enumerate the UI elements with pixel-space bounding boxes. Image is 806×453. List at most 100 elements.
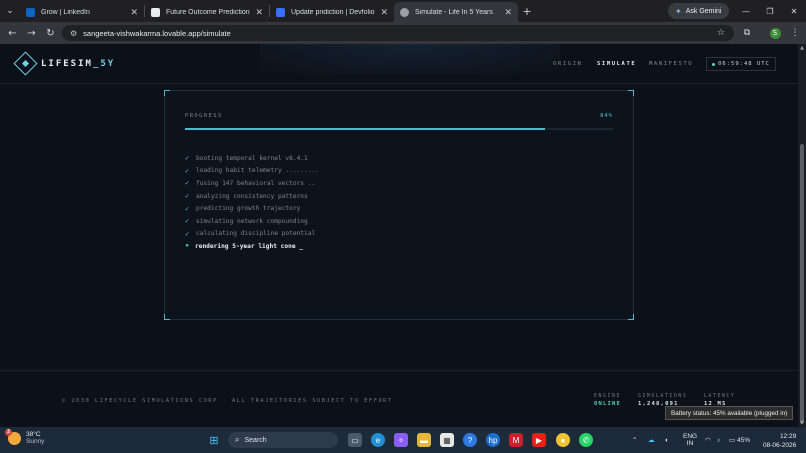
log-text: fusing 147 behavioral vectors .. — [196, 179, 316, 187]
log-line: ✓ calculating discipline potential — [185, 228, 319, 241]
restore-button[interactable]: ❐ — [758, 0, 782, 22]
gemini-sparkle-icon: ✦ — [675, 6, 682, 16]
log-line: ✓ simulating network compounding — [185, 215, 319, 228]
log-text: calculating discipline potential — [196, 230, 316, 238]
check-icon: ✓ — [185, 217, 190, 226]
corner-bracket — [164, 90, 170, 96]
battery-icon: ▭ — [729, 437, 736, 444]
language-indicator[interactable]: ENG IN — [683, 427, 697, 453]
progress-label: PROGRESS — [185, 113, 223, 119]
ask-gemini-label: Ask Gemini — [685, 7, 722, 15]
extensions-icon[interactable]: ⧉ — [738, 22, 756, 44]
check-icon: ✓ — [185, 229, 190, 238]
kebab-menu-icon[interactable]: ⋮ — [786, 22, 804, 44]
tray-chevron-icon[interactable]: ⌃ — [632, 427, 637, 453]
copilot-icon[interactable]: ✧ — [394, 433, 408, 447]
close-tab-icon[interactable]: ✕ — [380, 7, 388, 18]
log-text: analyzing consistency patterns — [196, 192, 308, 200]
hp-icon[interactable]: hp — [486, 433, 500, 447]
reload-icon[interactable]: ↻ — [41, 28, 60, 39]
site-logo[interactable]: LIFESIM_5Y — [13, 51, 116, 76]
check-icon: ✓ — [185, 179, 190, 188]
task-view-icon[interactable]: ▭ — [348, 433, 362, 447]
wifi-icon[interactable]: ◠ — [705, 427, 711, 453]
nav-manifesto[interactable]: MANIFESTO — [649, 61, 693, 67]
url-text: sangeeta-vishwakarma.lovable.app/simulat… — [83, 28, 231, 38]
progress-value: 84% — [600, 113, 613, 119]
windows-start-icon[interactable]: ⊞ — [207, 433, 221, 447]
close-tab-icon[interactable]: ✕ — [130, 7, 138, 18]
weather-widget[interactable]: 2 38°C Sunny — [5, 428, 44, 445]
site-info-icon[interactable]: ⚙ — [70, 29, 77, 38]
log-text: booting temporal kernel v8.4.1 — [196, 154, 308, 162]
tab-label: Update pridiction | Devfolio — [291, 8, 375, 16]
utc-clock: 06:59:48 UTC — [706, 57, 776, 71]
forward-arrow-icon[interactable]: → — [22, 28, 41, 39]
check-icon: ✓ — [185, 154, 190, 163]
corner-bracket — [628, 314, 634, 320]
sun-icon: 2 — [5, 428, 21, 445]
onedrive-icon[interactable]: ☁ — [648, 427, 655, 453]
back-arrow-icon[interactable]: ← — [3, 28, 22, 39]
close-window-button[interactable]: ✕ — [782, 0, 806, 22]
bookmark-star-icon[interactable]: ☆ — [712, 22, 730, 44]
ask-gemini-button[interactable]: ✦ Ask Gemini — [668, 3, 729, 19]
tab-search-icon[interactable]: ⌄ — [0, 0, 20, 22]
stat-key: SIMULATIONS — [638, 394, 688, 399]
progress-track — [185, 128, 613, 130]
log-text: predicting growth trajectory — [196, 205, 301, 213]
linkedin-icon — [26, 7, 35, 17]
page-scrollbar[interactable]: ▲ ▼ — [798, 44, 806, 427]
weather-badge: 2 — [5, 428, 12, 436]
edge-icon[interactable]: e — [371, 433, 385, 447]
youtube-icon[interactable]: ▶ — [532, 433, 546, 447]
progress-fill — [185, 128, 545, 130]
help-icon[interactable]: ? — [463, 433, 477, 447]
tab-linkedin[interactable]: Grow | LinkedIn ✕ — [20, 2, 144, 22]
scroll-thumb[interactable] — [800, 144, 804, 424]
tab-future-outcome[interactable]: Future Outcome Prediction ✕ — [145, 2, 269, 22]
scroll-up-arrow-icon[interactable]: ▲ — [798, 45, 806, 51]
minimize-button[interactable]: — — [734, 0, 758, 22]
network-tray-icon[interactable]: ◐ — [665, 427, 669, 453]
corner-bracket — [628, 90, 634, 96]
new-tab-button[interactable]: + — [518, 5, 536, 18]
mcafee-icon[interactable]: M — [509, 433, 523, 447]
battery-tooltip: Battery status: 45% available (plugged i… — [665, 406, 794, 420]
lang-line-1: ENG — [683, 433, 698, 440]
log-text-current: rendering 5-year light cone _ — [195, 242, 304, 250]
log-line: ✓ analyzing consistency patterns — [185, 190, 319, 203]
tab-devfolio[interactable]: Update pridiction | Devfolio ✕ — [270, 2, 394, 22]
log-line: ✓ fusing 147 behavioral vectors .. — [185, 177, 319, 190]
stat-value: ONLINE — [594, 401, 622, 407]
devfolio-icon — [276, 7, 285, 17]
battery-percent: 45% — [737, 436, 751, 444]
file-explorer-icon[interactable]: ▬ — [417, 433, 431, 447]
stat-engine: ENGINE ONLINE — [594, 394, 621, 407]
clock-date[interactable]: 12:29 08-06-2026 — [763, 432, 796, 450]
check-icon: ✓ — [185, 166, 190, 175]
boot-log: ✓ booting temporal kernel v8.4.1 ✓ loading … — [185, 152, 319, 253]
tab-label: Future Outcome Prediction — [166, 8, 250, 16]
log-line: ✓ loading habit telemetry ......... — [185, 165, 319, 178]
profile-initial: S — [769, 27, 781, 39]
volume-icon[interactable]: ♪ — [717, 427, 720, 453]
check-icon: ✓ — [185, 192, 190, 201]
logo-text: LIFESIM_5Y — [41, 58, 116, 69]
chrome-icon[interactable]: ● — [556, 433, 570, 447]
taskbar-search[interactable]: ⌕ Search — [228, 432, 338, 448]
log-line: ✓ predicting growth trajectory — [185, 202, 319, 215]
tab-simulate[interactable]: Simulate - Life In 5 Years ✕ — [394, 2, 518, 22]
nav-origin[interactable]: ORIGIN — [553, 61, 582, 67]
scroll-down-arrow-icon[interactable]: ▼ — [798, 420, 806, 426]
nav-simulate[interactable]: SIMULATE — [597, 61, 636, 67]
close-tab-icon[interactable]: ✕ — [255, 7, 263, 18]
search-icon: ⌕ — [235, 435, 240, 444]
whatsapp-icon[interactable]: ✆ — [579, 433, 593, 447]
simulation-panel: PROGRESS 84% ✓ booting temporal kernel v8… — [164, 90, 634, 320]
profile-avatar[interactable]: S — [766, 22, 784, 44]
url-field[interactable]: ⚙ sangeeta-vishwakarma.lovable.app/simul… — [62, 25, 734, 41]
store-icon[interactable]: ▦ — [440, 433, 454, 447]
battery-indicator[interactable]: ▭ 45% — [729, 427, 750, 453]
close-tab-icon[interactable]: ✕ — [504, 7, 512, 18]
